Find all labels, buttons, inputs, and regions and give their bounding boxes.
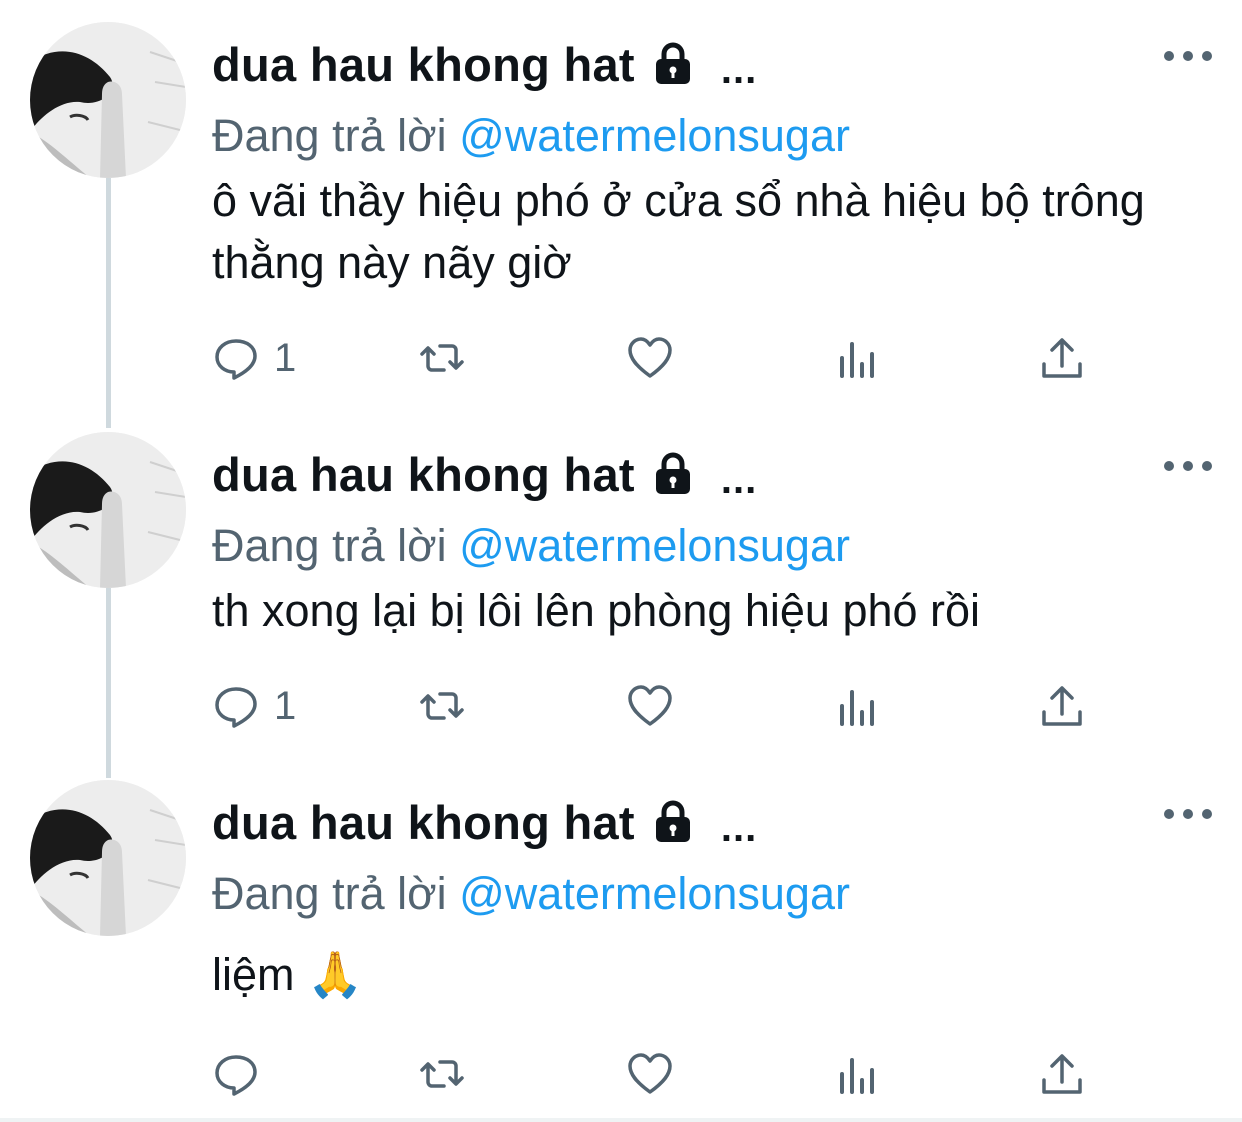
more-icon[interactable] — [1164, 802, 1212, 826]
more-icon[interactable] — [1164, 44, 1212, 68]
reply-context: Đang trả lời @watermelonsugar — [212, 868, 850, 920]
thread-line — [106, 588, 111, 778]
share-icon — [1042, 1054, 1082, 1094]
reply-button[interactable]: 1 — [212, 330, 296, 386]
reply-handle-link[interactable]: @watermelonsugar — [459, 520, 850, 571]
reply-prefix: Đang trả lời — [212, 520, 460, 571]
action-bar: 1 — [212, 678, 1092, 734]
action-bar — [212, 1046, 1092, 1102]
like-icon — [628, 685, 672, 726]
reply-icon — [215, 339, 257, 380]
action-bar: 1 — [212, 330, 1092, 386]
more-icon[interactable] — [1164, 454, 1212, 478]
like-button[interactable] — [626, 330, 674, 386]
avatar[interactable] — [30, 22, 186, 178]
more-inline: ... — [720, 47, 758, 92]
like-icon — [628, 1053, 672, 1094]
display-name[interactable]: dua hau khong hat — [212, 37, 635, 92]
retweet-icon — [420, 692, 464, 720]
share-button[interactable] — [1038, 330, 1086, 386]
share-button[interactable] — [1038, 1046, 1086, 1102]
lock-icon — [649, 798, 697, 846]
reply-context: Đang trả lời @watermelonsugar — [212, 110, 850, 162]
display-name[interactable]: dua hau khong hat — [212, 795, 635, 850]
avatar[interactable] — [30, 780, 186, 936]
views-button[interactable] — [834, 1046, 882, 1102]
reply-button[interactable] — [212, 1046, 274, 1102]
reply-handle-link[interactable]: @watermelonsugar — [459, 110, 850, 161]
views-icon — [840, 690, 874, 726]
lock-icon — [649, 450, 697, 498]
retweet-icon — [420, 344, 464, 372]
more-inline: ... — [720, 457, 758, 502]
reply-handle-link[interactable]: @watermelonsugar — [459, 868, 850, 919]
like-button[interactable] — [626, 1046, 674, 1102]
retweet-button[interactable] — [418, 1046, 466, 1102]
share-button[interactable] — [1038, 678, 1086, 734]
retweet-icon — [420, 1060, 464, 1088]
share-icon — [1042, 686, 1082, 726]
reply-prefix: Đang trả lời — [212, 868, 460, 919]
tweet-text: ô vãi thầy hiệu phó ở cửa sổ nhà hiệu bộ… — [212, 175, 1145, 288]
reply-count: 1 — [274, 335, 297, 380]
reply-icon — [215, 687, 257, 728]
bottom-divider — [0, 1118, 1242, 1122]
more-inline: ... — [720, 805, 758, 850]
reply-context: Đang trả lời @watermelonsugar — [212, 520, 850, 572]
tweet-header: dua hau khong hat ... — [212, 34, 757, 94]
share-icon — [1042, 338, 1082, 378]
retweet-button[interactable] — [418, 330, 466, 386]
tweet-header: dua hau khong hat ... — [212, 792, 757, 852]
display-name[interactable]: dua hau khong hat — [212, 447, 635, 502]
tweet-text: liệm 🙏 — [212, 949, 364, 1000]
like-button[interactable] — [626, 678, 674, 734]
retweet-button[interactable] — [418, 678, 466, 734]
tweet-text: th xong lại bị lôi lên phòng hiệu phó rồ… — [212, 585, 981, 636]
views-button[interactable] — [834, 678, 882, 734]
tweet-header: dua hau khong hat ... — [212, 444, 757, 504]
views-icon — [840, 342, 874, 378]
views-button[interactable] — [834, 330, 882, 386]
reply-button[interactable]: 1 — [212, 678, 296, 734]
thread-line — [106, 178, 111, 428]
like-icon — [628, 337, 672, 378]
reply-icon — [215, 1055, 257, 1096]
avatar[interactable] — [30, 432, 186, 588]
reply-prefix: Đang trả lời — [212, 110, 460, 161]
views-icon — [840, 1058, 874, 1094]
lock-icon — [649, 40, 697, 88]
reply-count: 1 — [274, 683, 297, 728]
